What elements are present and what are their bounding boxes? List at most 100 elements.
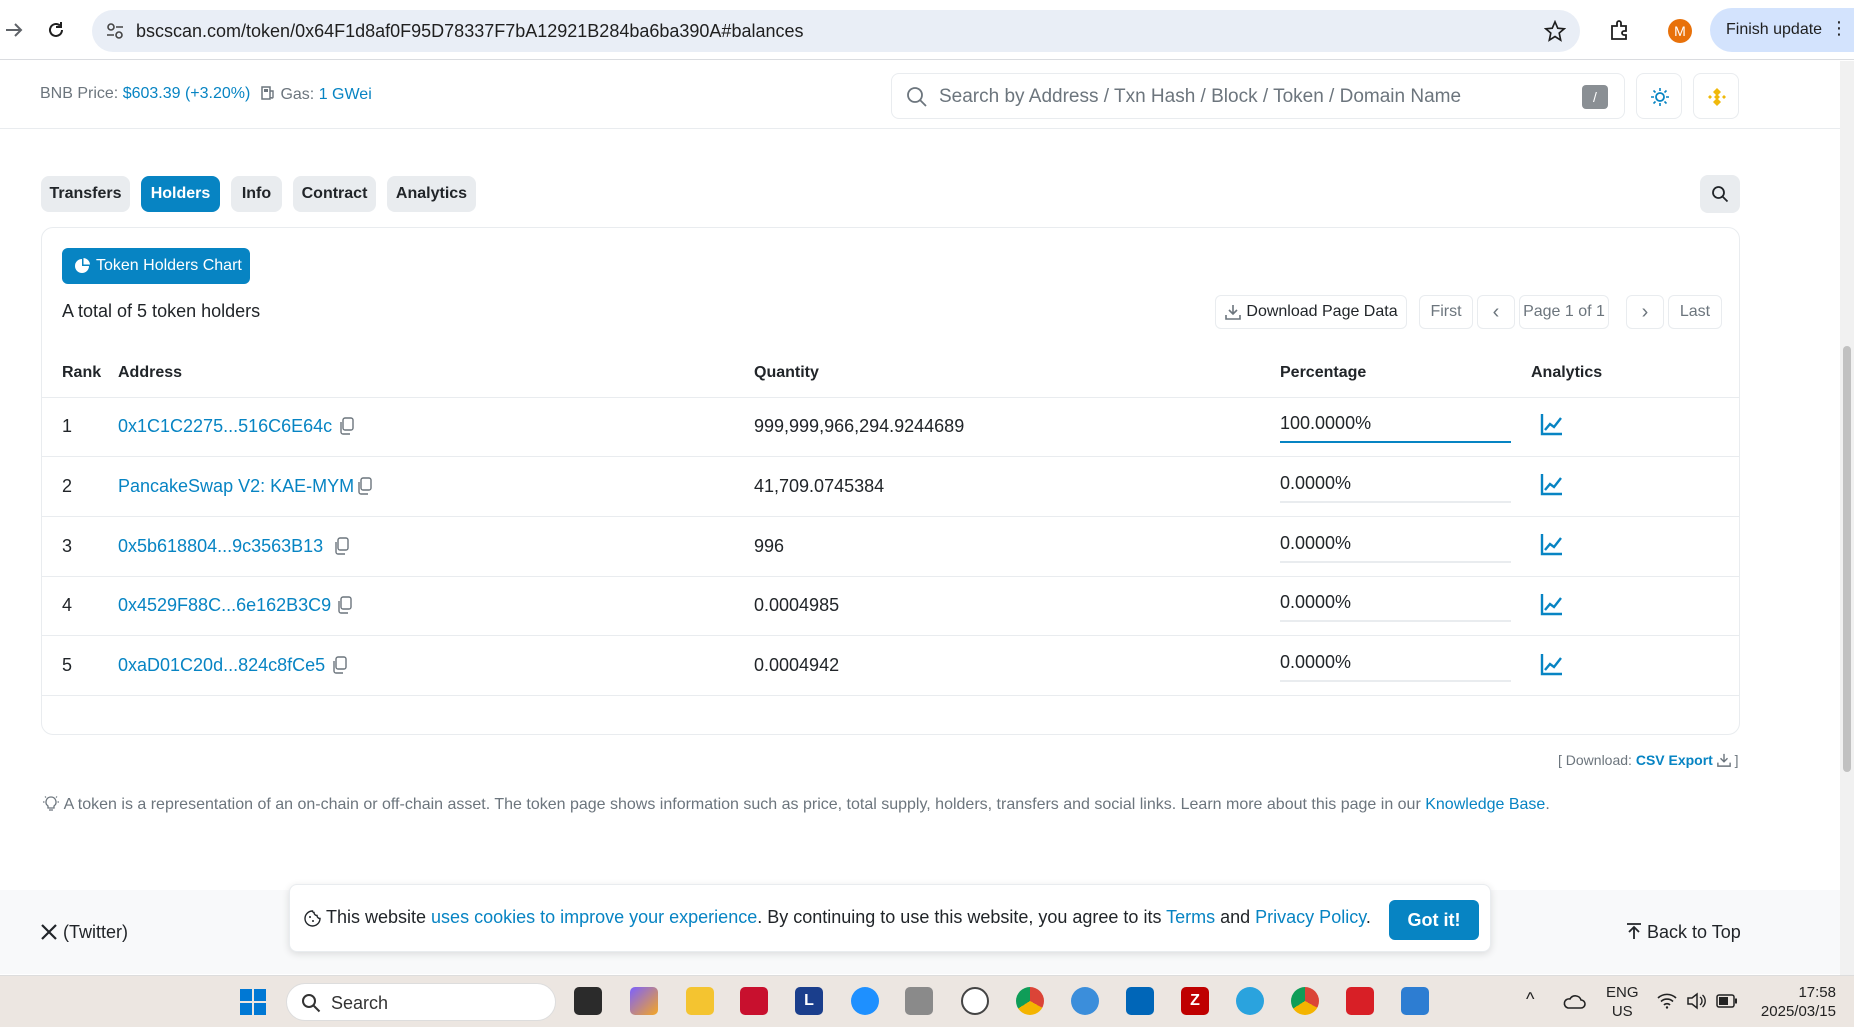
bnb-network-button[interactable] <box>1693 73 1739 119</box>
first-page-button[interactable]: First <box>1419 295 1473 329</box>
knowledge-base-link[interactable]: Knowledge Base <box>1425 796 1545 813</box>
input-language-indicator[interactable]: ENG US <box>1606 983 1639 1021</box>
page-scrollbar[interactable] <box>1840 61 1854 975</box>
volume-icon[interactable] <box>1686 992 1706 1010</box>
lenovo-icon[interactable]: L <box>795 987 823 1015</box>
got-it-button[interactable]: Got it! <box>1389 900 1479 940</box>
chrome-profile-icon[interactable] <box>1291 987 1319 1015</box>
file-explorer-icon[interactable] <box>686 987 714 1015</box>
chrome-browser-icon[interactable] <box>1016 987 1044 1015</box>
analytics-chart-icon[interactable] <box>1540 532 1564 556</box>
copy-icon[interactable] <box>356 477 372 495</box>
download-page-data-button[interactable]: Download Page Data <box>1215 295 1407 329</box>
copilot-icon[interactable] <box>630 987 658 1015</box>
prev-page-button[interactable]: ‹ <box>1477 295 1515 329</box>
last-page-button[interactable]: Last <box>1668 295 1722 329</box>
analytics-chart-icon[interactable] <box>1540 652 1564 676</box>
copy-icon[interactable] <box>333 537 349 555</box>
task-view-icon[interactable] <box>574 987 602 1015</box>
token-holders-chart-button[interactable]: Token Holders Chart <box>62 248 250 284</box>
tray-overflow-chevron-icon[interactable]: ^ <box>1526 989 1534 1010</box>
cookie-text-part: This website <box>326 907 432 927</box>
site-header: BNB Price: $603.39 (+3.20%) Gas: 1 GWei … <box>0 61 1840 129</box>
percentage-bar <box>1280 441 1511 443</box>
copy-icon[interactable] <box>338 417 354 435</box>
reload-icon[interactable] <box>46 20 66 40</box>
back-to-top-link[interactable]: Back to Top <box>1626 922 1741 943</box>
bnb-price: BNB Price: $603.39 (+3.20%) <box>40 85 250 103</box>
edge-browser-icon[interactable] <box>851 987 879 1015</box>
gas-price: Gas: 1 GWei <box>260 85 372 104</box>
clock-date: 2025/03/15 <box>1760 1003 1836 1020</box>
calculator-icon[interactable] <box>905 987 933 1015</box>
cookie-text-part: . By continuing to use this website, you… <box>757 907 1167 927</box>
taskbar-search[interactable]: Search <box>286 983 556 1021</box>
extensions-icon[interactable] <box>1608 18 1632 42</box>
tab-contract[interactable]: Contract <box>293 176 376 212</box>
download-page-label: Download Page Data <box>1246 303 1398 320</box>
wifi-icon[interactable] <box>1657 993 1677 1009</box>
csv-download-line: [ Download: CSV Export ] <box>1558 752 1739 768</box>
search-icon <box>907 87 927 107</box>
tab-analytics[interactable]: Analytics <box>387 176 476 212</box>
back-arrow-icon[interactable] <box>4 20 24 40</box>
search-icon <box>302 994 321 1013</box>
lang-line-1: ENG <box>1606 984 1639 1001</box>
holder-address-link[interactable]: 0x5b618804...9c3563B13 <box>118 536 323 557</box>
col-header-address: Address <box>118 364 183 381</box>
onedrive-cloud-icon[interactable] <box>1562 992 1586 1010</box>
site-settings-icon[interactable] <box>106 22 124 40</box>
terms-link[interactable]: Terms <box>1166 907 1215 927</box>
scrollbar-thumb[interactable] <box>1843 346 1851 772</box>
search-placeholder: Search by Address / Txn Hash / Block / T… <box>939 86 1462 107</box>
holder-quantity: 999,999,966,294.9244689 <box>754 416 965 436</box>
analytics-chart-icon[interactable] <box>1540 472 1564 496</box>
sun-icon <box>1651 88 1669 106</box>
gas-value[interactable]: 1 GWei <box>319 86 372 103</box>
battery-icon[interactable] <box>1716 994 1738 1008</box>
site-search-input[interactable]: Search by Address / Txn Hash / Block / T… <box>891 73 1625 119</box>
filezilla-icon[interactable]: Z <box>1181 987 1209 1015</box>
holder-address-link[interactable]: PancakeSwap V2: KAE-MYM <box>118 476 354 497</box>
clock-app-icon[interactable] <box>961 987 989 1015</box>
tab-info[interactable]: Info <box>231 176 282 212</box>
photos-app-icon[interactable] <box>1071 987 1099 1015</box>
row-rank: 2 <box>62 476 73 496</box>
download-icon[interactable] <box>1716 753 1731 767</box>
twitter-label: (Twitter) <box>63 922 129 942</box>
address-bar[interactable]: bscscan.com/token/0x64F1d8af0F95D78337F7… <box>92 10 1580 52</box>
privacy-policy-link[interactable]: Privacy Policy <box>1255 907 1366 927</box>
telegram-icon[interactable] <box>1236 987 1264 1015</box>
twitter-link[interactable]: (Twitter) <box>40 922 128 943</box>
tab-holders[interactable]: Holders <box>141 176 220 212</box>
holder-address-link[interactable]: 0x4529F88C...6e162B3C9 <box>118 595 331 616</box>
next-page-button[interactable]: › <box>1626 295 1664 329</box>
csv-export-link[interactable]: CSV Export <box>1636 752 1713 768</box>
more-menu-icon[interactable]: ⋮ <box>1830 18 1848 39</box>
bnb-price-value[interactable]: $603.39 (+3.20%) <box>123 85 251 102</box>
bnb-logo-icon <box>1708 88 1726 106</box>
tab-transfers[interactable]: Transfers <box>41 176 130 212</box>
profile-avatar[interactable]: M <box>1668 19 1692 43</box>
holder-quantity: 996 <box>754 536 785 556</box>
holder-search-button[interactable] <box>1700 175 1740 213</box>
percentage-bar <box>1280 620 1511 622</box>
mcafee-icon[interactable] <box>740 987 768 1015</box>
paint-app-icon[interactable] <box>1401 987 1429 1015</box>
analytics-chart-icon[interactable] <box>1540 592 1564 616</box>
bookmark-star-icon[interactable] <box>1544 20 1566 42</box>
holder-percentage: 0.0000% <box>1280 652 1352 672</box>
copy-icon[interactable] <box>336 596 352 614</box>
system-clock[interactable]: 17:58 2025/03/15 <box>1756 983 1836 1021</box>
copy-icon[interactable] <box>331 656 347 674</box>
windows-start-icon[interactable] <box>239 988 267 1016</box>
holder-percentage: 0.0000% <box>1280 533 1352 553</box>
theme-toggle-button[interactable] <box>1636 73 1682 119</box>
finish-update-button[interactable]: Finish update ⋮ <box>1710 8 1854 52</box>
vscode-icon[interactable] <box>1126 987 1154 1015</box>
acrobat-icon[interactable] <box>1346 987 1374 1015</box>
holder-address-link[interactable]: 0xaD01C20d...824c8fCe5 <box>118 655 325 676</box>
cookies-info-link[interactable]: uses cookies to improve your experience <box>431 907 757 927</box>
analytics-chart-icon[interactable] <box>1540 412 1564 436</box>
holder-address-link[interactable]: 0x1C1C2275...516C6E64c <box>118 416 332 437</box>
